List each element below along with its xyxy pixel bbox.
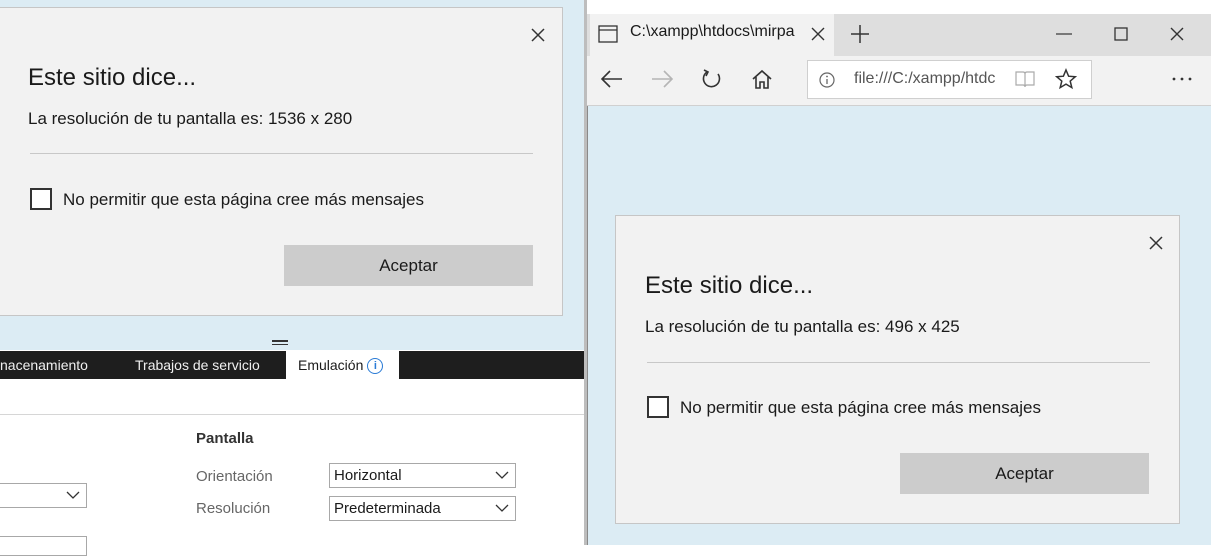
orientation-value: Horizontal [334,467,402,484]
close-icon[interactable] [810,26,826,42]
resolution-select[interactable]: Predeterminada [329,496,516,521]
close-icon[interactable] [1147,234,1165,252]
dialog-message: La resolución de tu pantalla es: 1536 x … [28,109,353,128]
alert-dialog-right: Este sitio dice... La resolución de tu p… [615,215,1180,524]
info-icon[interactable] [818,71,836,89]
suppress-messages-checkbox[interactable] [647,396,669,418]
new-tab-icon[interactable] [850,24,870,44]
chevron-down-icon [495,471,509,479]
resolution-value: Predeterminada [334,500,441,517]
alert-dialog-left: Este sitio dice... La resolución de tu p… [0,7,563,316]
chevron-down-icon [66,491,80,499]
tab-service-workers[interactable]: Trabajos de servicio [135,351,260,379]
favorite-star-icon[interactable] [1055,68,1077,90]
resize-grip[interactable] [272,340,288,346]
emulation-panel: Pantalla Orientación Horizontal Resoluci… [0,415,584,556]
suppress-messages-label: No permitir que esta página cree más men… [63,190,424,209]
chevron-down-icon [495,504,509,512]
more-icon[interactable] [1172,77,1192,81]
forward-icon[interactable] [650,69,674,89]
dialog-divider [647,362,1150,363]
suppress-messages-label: No permitir que esta página cree más men… [680,398,1041,417]
address-text: file:///C:/xampp/htdc [854,70,996,87]
tab-emulation-label: Emulación [298,357,364,373]
left-dropdown[interactable] [0,483,87,508]
dialog-message: La resolución de tu pantalla es: 496 x 4… [645,317,960,336]
tab-title: C:\xampp\htdocs\mirpa [630,23,795,40]
dialog-title: Este sitio dice... [28,64,197,91]
refresh-icon[interactable] [701,68,723,90]
accept-button[interactable]: Aceptar [900,453,1149,494]
dialog-title: Este sitio dice... [645,272,814,299]
section-title: Pantalla [196,430,254,447]
orientation-select[interactable]: Horizontal [329,463,516,488]
suppress-messages-checkbox[interactable] [30,188,52,210]
orientation-label: Orientación [196,468,273,485]
accept-button[interactable]: Aceptar [284,245,533,286]
maximize-icon[interactable] [1114,27,1128,41]
close-icon[interactable] [529,26,547,44]
back-icon[interactable] [600,69,624,89]
left-dropdown-partial[interactable] [0,536,87,556]
tab-emulation[interactable]: Emulación i [286,351,399,379]
home-icon[interactable] [751,68,773,90]
dialog-divider [30,153,533,154]
tab-page-icon [598,25,618,43]
close-window-icon[interactable] [1170,27,1184,41]
minimize-icon[interactable] [1056,33,1072,35]
resolution-label: Resolución [196,500,271,517]
tab-storage[interactable]: nacenamiento [0,351,88,379]
devtools-tab-bar: nacenamiento Trabajos de servicio Emulac… [0,351,584,379]
reading-view-icon[interactable] [1015,70,1035,88]
info-icon[interactable]: i [367,358,384,374]
